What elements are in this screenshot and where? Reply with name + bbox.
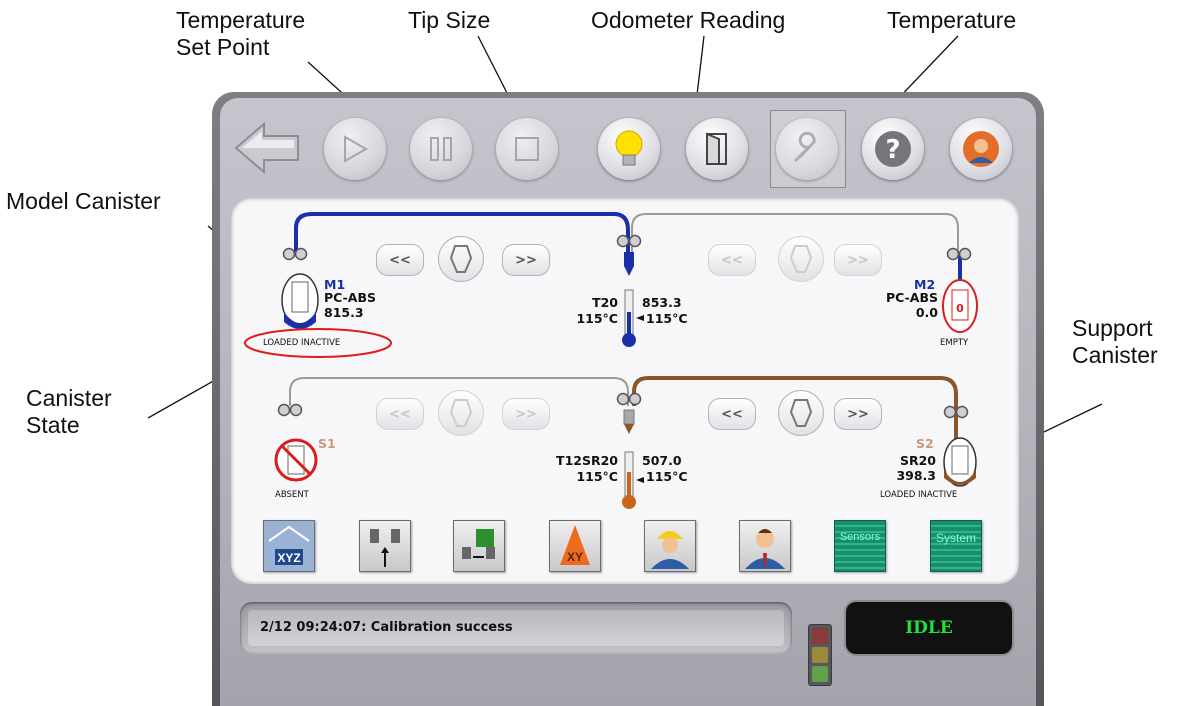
s1-state: ABSENT (275, 490, 309, 500)
red-light (812, 628, 828, 644)
s2-rewind-button[interactable]: << (708, 398, 756, 430)
m1-canister (281, 273, 319, 329)
model-temperature: 115°C (646, 311, 688, 326)
model-tip-size: T20 (592, 295, 618, 310)
head-icon (449, 245, 473, 273)
m1-forward-button[interactable]: >> (502, 244, 550, 276)
support-odometer: 507.0 (642, 453, 682, 468)
head-icon (449, 399, 473, 427)
status-message: 2/12 09:24:07: Calibration success (260, 620, 513, 635)
m2-rewind-button[interactable]: << (708, 244, 756, 276)
support-setpoint: 115°C (576, 469, 618, 484)
printer-state-display: IDLE (846, 602, 1012, 654)
amber-light (812, 647, 828, 663)
xyz-home-button[interactable]: XYZ (263, 520, 315, 572)
tip-offset-button[interactable] (359, 520, 411, 572)
s1-label: S1 (318, 436, 336, 451)
green-light (812, 666, 828, 682)
s2-volume: 398.3 (896, 468, 936, 483)
worker-icon (651, 531, 689, 569)
support-tip-size: T12SR20 (556, 453, 618, 468)
s2-material: SR20 (899, 453, 936, 468)
support-temperature: 115°C (646, 469, 688, 484)
system-button[interactable]: System (930, 520, 982, 572)
model-nozzle (624, 252, 634, 266)
m2-material: PC-ABS (885, 290, 938, 305)
s2-forward-button[interactable]: >> (834, 398, 882, 430)
m2-state: EMPTY (940, 338, 969, 348)
s2-canister (943, 437, 977, 487)
m2-volume: 0.0 (915, 305, 938, 320)
status-message-well: 2/12 09:24:07: Calibration success (248, 610, 784, 646)
xy-label: XY (567, 550, 583, 564)
head-icon (789, 245, 813, 273)
s2-head-button[interactable] (778, 390, 824, 436)
tips-icon (370, 529, 400, 567)
sensors-label: Sensors (839, 531, 881, 543)
support-nozzle (623, 409, 635, 425)
user-icon (745, 529, 785, 569)
s1-head-button[interactable] (438, 390, 484, 436)
system-label: System (935, 531, 976, 545)
head-icon (789, 399, 813, 427)
sensors-button[interactable]: Sensors (834, 520, 886, 572)
m1-material: PC-ABS (324, 290, 377, 305)
status-light-tower (808, 624, 832, 686)
house-icon: XYZ (268, 525, 310, 565)
calibration-icon (462, 529, 495, 559)
m1-rewind-button[interactable]: << (376, 244, 424, 276)
material-path-diagram: 0 (244, 212, 978, 509)
m2-forward-button[interactable]: >> (834, 244, 882, 276)
s1-rewind-button[interactable]: << (376, 398, 424, 430)
svg-text:0: 0 (956, 302, 964, 315)
m1-head-button[interactable] (438, 236, 484, 282)
cone-icon: XY (560, 525, 590, 565)
service-user-button[interactable] (644, 520, 696, 572)
xy-calibration-button[interactable]: XY (549, 520, 601, 572)
tip-calibration-button[interactable] (453, 520, 505, 572)
s2-state: LOADED INACTIVE (880, 490, 958, 500)
m2-canister: 0 (942, 279, 978, 333)
m2-head-button[interactable] (778, 236, 824, 282)
m1-state: LOADED INACTIVE (263, 338, 341, 348)
operator-user-button[interactable] (739, 520, 791, 572)
s2-label: S2 (916, 436, 934, 451)
s1-canister (274, 438, 318, 482)
model-setpoint: 115°C (576, 311, 618, 326)
xyz-label: XYZ (277, 551, 300, 565)
m1-volume: 815.3 (324, 305, 364, 320)
model-odometer: 853.3 (642, 295, 682, 310)
status-message-bar: 2/12 09:24:07: Calibration success (240, 602, 792, 654)
s1-forward-button[interactable]: >> (502, 398, 550, 430)
